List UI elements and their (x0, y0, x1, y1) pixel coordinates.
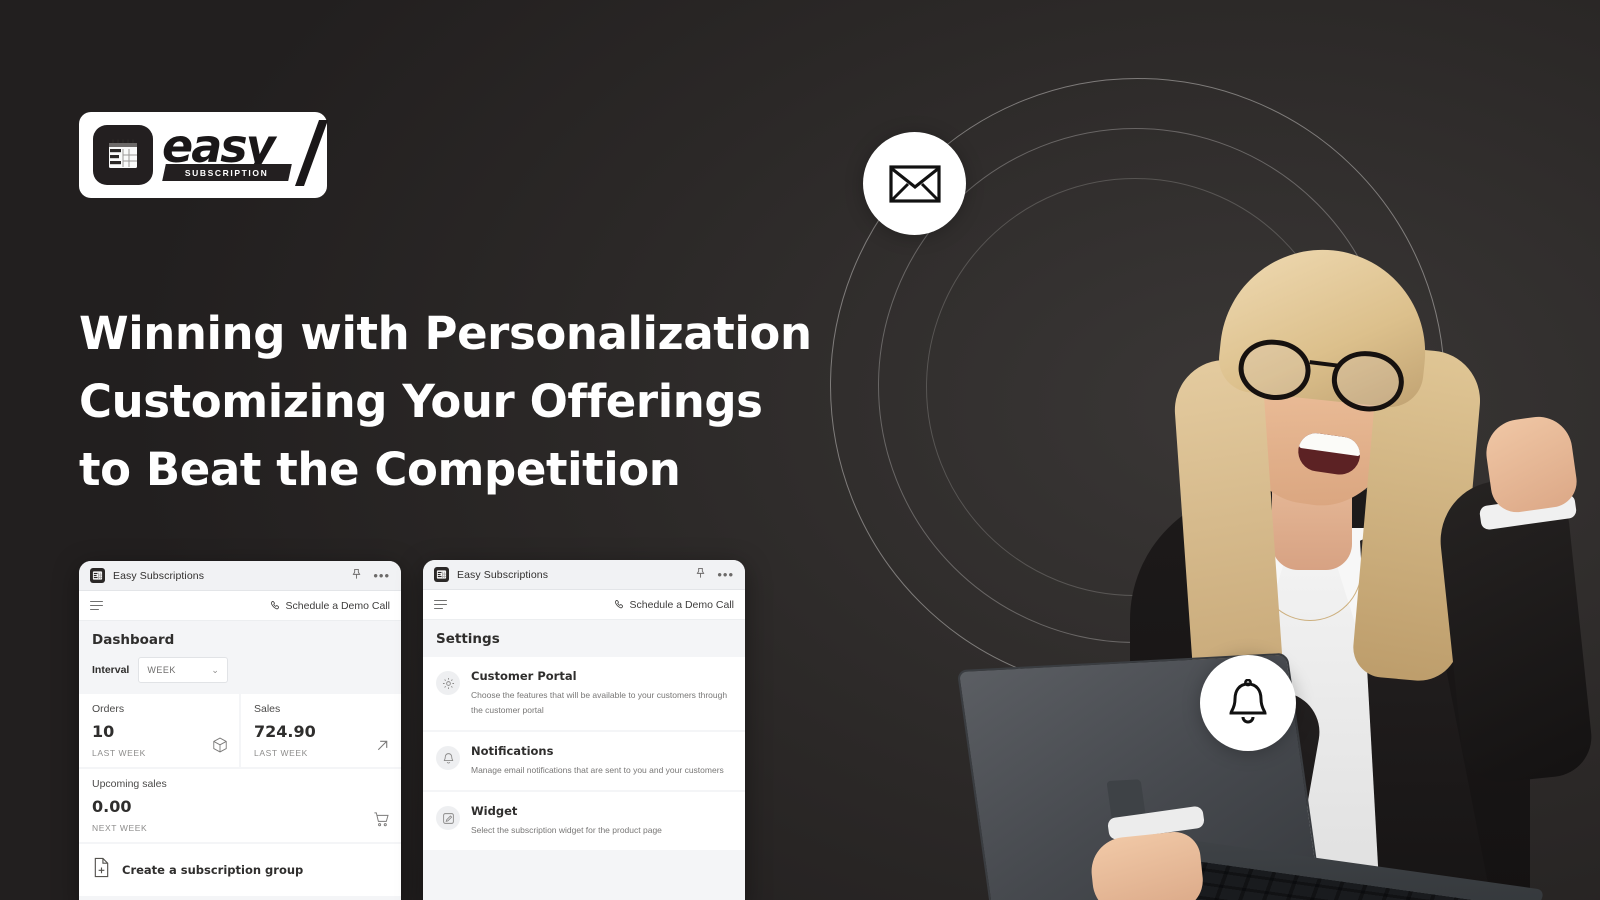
stat-tile-upcoming-sales[interactable]: Upcoming sales 0.00 NEXT WEEK (79, 769, 401, 842)
interval-select[interactable]: WEEK ⌄ (138, 657, 229, 683)
stat-sub: LAST WEEK (254, 748, 308, 758)
schedule-demo-call-button[interactable]: Schedule a Demo Call (614, 599, 734, 611)
headline-line-2: Customizing Your Offerings (79, 375, 763, 428)
logo-slash (294, 120, 329, 186)
calendar-icon (93, 125, 153, 185)
settings-item-desc: Choose the features that will be availab… (471, 690, 728, 715)
phone-icon (614, 600, 623, 609)
headline-line-3: to Beat the Competition (79, 443, 681, 496)
settings-card: Easy Subscriptions ••• Schedule a Demo C… (423, 560, 745, 900)
stat-value: 724.90 (254, 722, 316, 741)
ellipsis-icon[interactable]: ••• (373, 569, 390, 582)
stat-label: Sales (254, 703, 281, 715)
logo-subscription-text: SUBSCRIPTION (185, 167, 269, 178)
phone-icon (270, 601, 279, 610)
mail-bubble (863, 132, 966, 235)
settings-item-desc: Manage email notifications that are sent… (471, 765, 724, 775)
window-title: Easy Subscriptions (457, 568, 549, 581)
demo-call-label: Schedule a Demo Call (629, 598, 734, 611)
logo-easy-text: easy (162, 119, 276, 173)
headline-line-1: Winning with Personalization (79, 307, 812, 360)
settings-item-desc: Select the subscription widget for the p… (471, 825, 662, 835)
stat-value: 10 (92, 722, 115, 741)
hero-illustration (730, 0, 1600, 900)
calendar-icon (90, 568, 105, 583)
dashboard-topbar: Schedule a Demo Call (79, 591, 401, 621)
settings-item-title: Customer Portal (471, 669, 577, 683)
window-title: Easy Subscriptions (113, 569, 205, 582)
lens-right (1328, 347, 1408, 416)
package-icon (212, 737, 228, 758)
stat-sub: LAST WEEK (92, 748, 146, 758)
stat-tile-orders[interactable]: Orders 10 LAST WEEK (79, 694, 239, 767)
settings-item-widget[interactable]: Widget Select the subscription widget fo… (423, 792, 745, 850)
interval-value: WEEK (147, 665, 176, 675)
envelope-icon (888, 164, 941, 203)
stat-tile-sales[interactable]: Sales 724.90 LAST WEEK (241, 694, 401, 767)
hamburger-icon[interactable] (90, 600, 103, 611)
stat-label: Upcoming sales (92, 778, 167, 790)
cta-label: Create a subscription group (122, 863, 304, 877)
arrow-up-right-icon (375, 738, 390, 758)
bell-icon (436, 746, 460, 770)
schedule-demo-call-button[interactable]: Schedule a Demo Call (270, 600, 390, 612)
logo-subscription-bar: SUBSCRIPTION (162, 164, 292, 181)
stat-label: Orders (92, 703, 125, 715)
interval-control: Interval WEEK ⌄ (79, 657, 401, 694)
bell-icon (1229, 679, 1267, 724)
pin-icon[interactable] (695, 566, 706, 584)
page-title: Winning with Personalization Customizing… (79, 300, 812, 504)
interval-label: Interval (92, 664, 130, 676)
chevron-down-icon: ⌄ (211, 664, 220, 675)
settings-item-title: Notifications (471, 744, 554, 758)
hamburger-icon[interactable] (434, 599, 447, 610)
create-subscription-group-button[interactable]: Create a subscription group (79, 844, 401, 896)
glasses-bridge (1309, 360, 1338, 368)
brand-logo[interactable]: easy SUBSCRIPTION (79, 112, 329, 198)
cart-icon (373, 811, 390, 833)
settings-window-bar: Easy Subscriptions ••• (423, 560, 745, 590)
dashboard-card: Easy Subscriptions ••• Schedule a Demo C… (79, 561, 401, 900)
ellipsis-icon[interactable]: ••• (717, 568, 734, 581)
calendar-icon (434, 567, 449, 582)
settings-item-notifications[interactable]: Notifications Manage email notifications… (423, 732, 745, 790)
settings-title: Settings (436, 631, 500, 647)
settings-item-title: Widget (471, 804, 518, 818)
settings-topbar: Schedule a Demo Call (423, 590, 745, 620)
stat-sub: NEXT WEEK (92, 823, 148, 833)
demo-call-label: Schedule a Demo Call (285, 599, 390, 612)
file-plus-icon (92, 857, 111, 883)
dashboard-title: Dashboard (92, 632, 175, 648)
bell-bubble (1200, 655, 1296, 751)
pin-icon[interactable] (351, 567, 362, 585)
dashboard-window-bar: Easy Subscriptions ••• (79, 561, 401, 591)
person-photo (956, 60, 1600, 900)
stat-value: 0.00 (92, 797, 132, 816)
raised-fist (1482, 412, 1580, 516)
gear-icon (436, 671, 460, 695)
stat-tiles-row: Orders 10 LAST WEEK Sales 724.90 LAST WE… (79, 694, 401, 769)
lens-left (1235, 335, 1314, 405)
settings-item-customer-portal[interactable]: Customer Portal Choose the features that… (423, 657, 745, 730)
edit-icon (436, 806, 460, 830)
logo-wordmark: easy SUBSCRIPTION (162, 119, 329, 186)
